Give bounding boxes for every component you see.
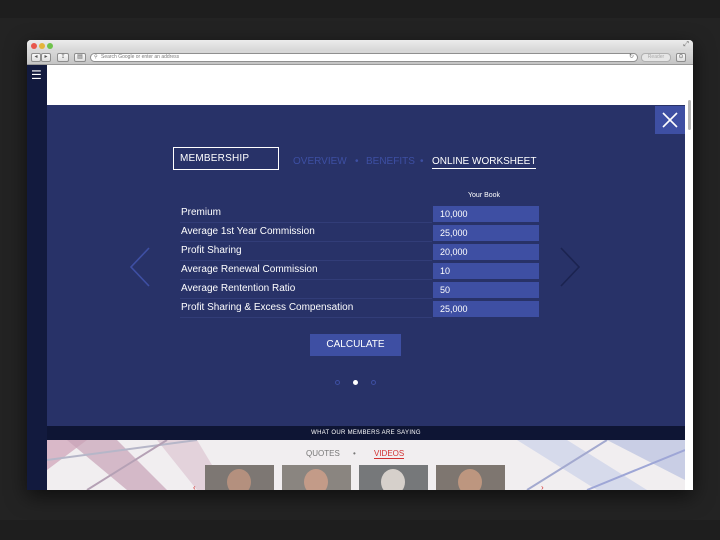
background-bottom bbox=[0, 520, 720, 540]
profit-sharing-input[interactable] bbox=[433, 244, 539, 260]
tab-online-worksheet[interactable]: ONLINE WORKSHEET bbox=[432, 156, 537, 169]
membership-modal: MEMBERSHIP OVERVIEW • BENEFITS • ONLINE … bbox=[47, 105, 685, 426]
worksheet-row-premium: Premium bbox=[180, 204, 432, 223]
video-thumbnail[interactable] bbox=[205, 465, 274, 490]
pagination-dot-active[interactable] bbox=[353, 380, 358, 385]
minimize-window-button[interactable] bbox=[39, 43, 45, 49]
premium-input[interactable] bbox=[433, 206, 539, 222]
renewal-commission-input[interactable] bbox=[433, 263, 539, 279]
close-modal-button[interactable] bbox=[655, 106, 685, 134]
search-icon: ⚲ bbox=[94, 54, 98, 60]
profit-sharing-label: Profit Sharing bbox=[181, 245, 242, 256]
testimonials-section: QUOTES • VIDEOS ‹ › bbox=[47, 440, 685, 490]
reload-icon[interactable]: ↻ bbox=[629, 54, 634, 61]
reading-list-button[interactable]: ▤ bbox=[74, 53, 86, 62]
share-button[interactable]: ⇪ bbox=[57, 53, 69, 62]
chevron-left-icon[interactable] bbox=[129, 247, 151, 287]
worksheet-row-profit-sharing: Profit Sharing bbox=[180, 242, 432, 261]
video-next-arrow-icon[interactable]: › bbox=[541, 483, 544, 490]
tab-benefits[interactable]: BENEFITS bbox=[366, 156, 415, 167]
members-saying-heading: WHAT OUR MEMBERS ARE SAYING bbox=[47, 426, 685, 440]
video-thumbnail[interactable] bbox=[359, 465, 428, 490]
tab-separator: • bbox=[353, 449, 356, 458]
tab-overview[interactable]: OVERVIEW bbox=[293, 156, 347, 167]
excess-compensation-input[interactable] bbox=[433, 301, 539, 317]
worksheet-row-retention-ratio: Average Rentention Ratio bbox=[180, 280, 432, 299]
hamburger-icon[interactable]: ☰ bbox=[31, 69, 42, 81]
worksheet-row-first-year-commission: Average 1st Year Commission bbox=[180, 223, 432, 242]
pagination-dot[interactable] bbox=[335, 380, 340, 385]
close-window-button[interactable] bbox=[31, 43, 37, 49]
pagination-dot[interactable] bbox=[371, 380, 376, 385]
browser-window: ⤢ ◂ ▸ ⇪ ▤ ⚲ Search Google or enter an ad… bbox=[27, 40, 693, 490]
retention-ratio-input[interactable] bbox=[433, 282, 539, 298]
excess-compensation-label: Profit Sharing & Excess Compensation bbox=[181, 302, 354, 313]
close-icon bbox=[662, 112, 678, 128]
fullscreen-icon[interactable]: ⤢ bbox=[683, 41, 689, 49]
video-prev-arrow-icon[interactable]: ‹ bbox=[193, 483, 196, 490]
address-bar[interactable]: ⚲ Search Google or enter an address ↻ bbox=[90, 53, 638, 62]
browser-toolbar: ◂ ▸ ⇪ ▤ ⚲ Search Google or enter an addr… bbox=[27, 51, 693, 65]
reader-button[interactable]: Reader bbox=[641, 53, 671, 62]
page-header-area bbox=[47, 65, 685, 105]
chevron-right-icon[interactable] bbox=[559, 247, 581, 287]
calculate-button[interactable]: CALCULATE bbox=[310, 334, 401, 356]
retention-ratio-label: Average Rentention Ratio bbox=[181, 283, 296, 294]
tab-separator: • bbox=[420, 156, 424, 167]
video-thumbnail[interactable] bbox=[282, 465, 351, 490]
testimonial-tabs: QUOTES • VIDEOS bbox=[47, 449, 685, 461]
videos-tab[interactable]: VIDEOS bbox=[374, 449, 405, 459]
sidebar: ☰ bbox=[27, 65, 47, 490]
tab-membership[interactable]: MEMBERSHIP bbox=[173, 147, 279, 170]
premium-label: Premium bbox=[181, 207, 222, 218]
video-thumbnail-person bbox=[381, 469, 405, 490]
video-thumbnail[interactable] bbox=[436, 465, 505, 490]
zoom-window-button[interactable] bbox=[47, 43, 53, 49]
tab-separator: • bbox=[355, 156, 359, 167]
address-placeholder: Search Google or enter an address bbox=[101, 54, 180, 60]
video-thumbnail-person bbox=[458, 469, 482, 490]
worksheet-row-renewal-commission: Average Renewal Commission bbox=[180, 261, 432, 280]
scrollbar[interactable] bbox=[688, 100, 691, 130]
downloads-button[interactable]: ⊙ bbox=[676, 53, 686, 62]
first-year-commission-input[interactable] bbox=[433, 225, 539, 241]
background-top bbox=[0, 0, 720, 18]
renewal-commission-label: Average Renewal Commission bbox=[181, 264, 318, 275]
page-viewport: ☰ MEMBERSHIP OVERVIEW • BENEFITS • ONLIN… bbox=[27, 65, 693, 490]
your-book-column-header: Your Book bbox=[468, 192, 501, 199]
video-thumbnail-person bbox=[304, 469, 328, 490]
video-thumbnail-person bbox=[227, 469, 251, 490]
back-button[interactable]: ◂ bbox=[31, 53, 41, 62]
worksheet-row-excess-compensation: Profit Sharing & Excess Compensation bbox=[180, 299, 432, 318]
quotes-tab[interactable]: QUOTES bbox=[306, 449, 340, 458]
title-bar: ⤢ bbox=[27, 40, 693, 51]
first-year-commission-label: Average 1st Year Commission bbox=[181, 226, 315, 237]
forward-button[interactable]: ▸ bbox=[41, 53, 51, 62]
